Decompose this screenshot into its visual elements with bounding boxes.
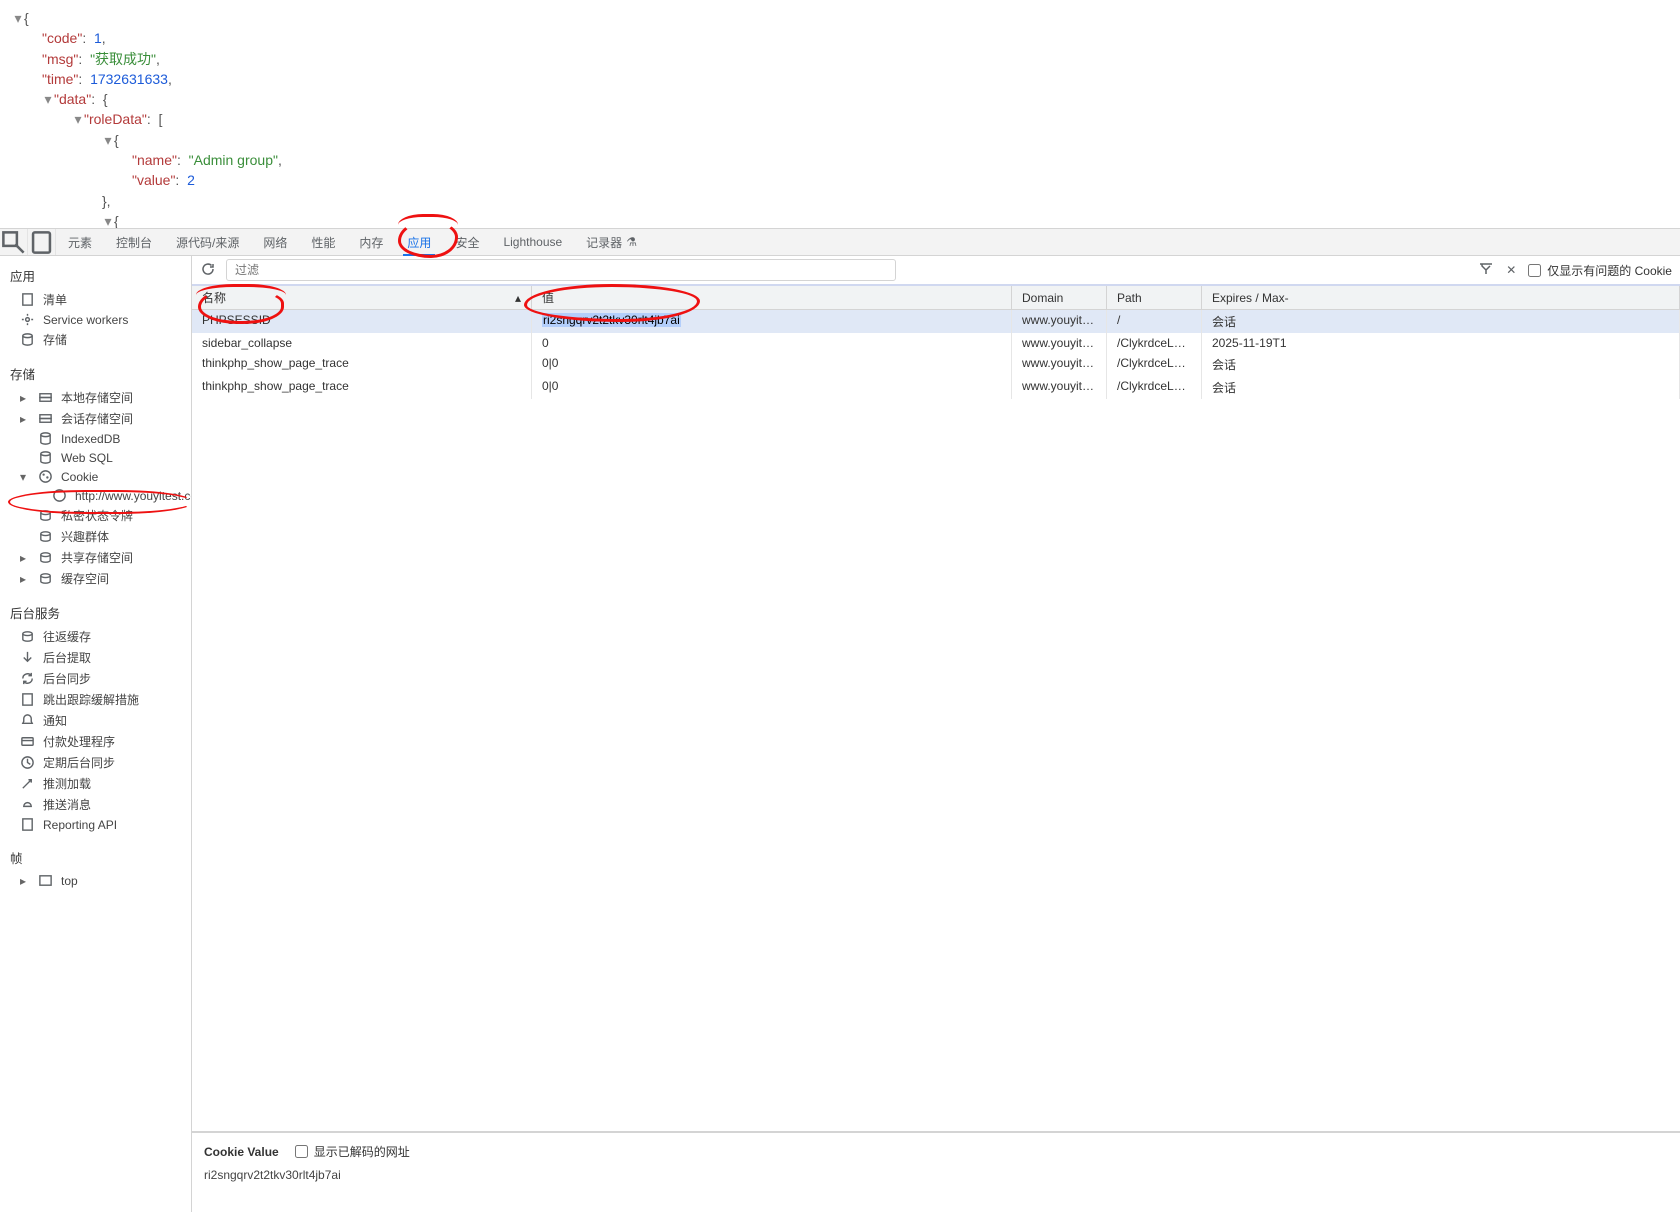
- close-icon[interactable]: ✕: [1506, 263, 1516, 277]
- tab-lighthouse[interactable]: Lighthouse: [491, 229, 574, 255]
- caret-icon[interactable]: ▾: [12, 8, 24, 28]
- tab-security[interactable]: 安全: [443, 229, 491, 255]
- sidebar-item-cookies[interactable]: ▾Cookie: [0, 467, 191, 486]
- col-value[interactable]: 值: [532, 286, 1012, 309]
- show-decoded-checkbox[interactable]: 显示已解码的网址: [295, 1143, 410, 1160]
- cell-domain: www.youyitest....: [1012, 376, 1107, 399]
- detail-label: Cookie Value: [204, 1145, 279, 1159]
- sidebar-item-payment[interactable]: 付款处理程序: [0, 731, 191, 752]
- cell-domain: www.youyitest....: [1012, 310, 1107, 333]
- sidebar-item-bgsync[interactable]: 后台同步: [0, 668, 191, 689]
- cell-domain: www.youyitest....: [1012, 353, 1107, 376]
- table-row[interactable]: thinkphp_show_page_trace0|0www.youyitest…: [192, 353, 1680, 376]
- clear-filter-icon[interactable]: [1478, 261, 1494, 280]
- only-issues-checkbox[interactable]: 仅显示有问题的 Cookie: [1528, 262, 1672, 279]
- cell-path: /: [1107, 310, 1202, 333]
- sidebar-item-cache-storage[interactable]: ▸缓存空间: [0, 568, 191, 589]
- tab-elements[interactable]: 元素: [56, 229, 104, 255]
- col-expires[interactable]: Expires / Max-: [1202, 286, 1680, 309]
- tab-sources[interactable]: 源代码/来源: [164, 229, 251, 255]
- table-row[interactable]: thinkphp_show_page_trace0|0www.youyitest…: [192, 376, 1680, 399]
- cell-name: thinkphp_show_page_trace: [192, 353, 532, 376]
- tab-recorder[interactable]: 记录器 ⚗: [574, 229, 649, 255]
- sidebar-item-periodic-sync[interactable]: 定期后台同步: [0, 752, 191, 773]
- cookie-grid: 名称▴ 值 Domain Path Expires / Max- PHPSESS…: [192, 286, 1680, 1132]
- caret-icon[interactable]: ▾: [102, 211, 114, 228]
- sidebar-section-app: 应用: [0, 262, 191, 289]
- caret-icon[interactable]: ▾: [42, 89, 54, 109]
- table-row[interactable]: sidebar_collapse0www.youyitest..../Clykr…: [192, 333, 1680, 353]
- tab-application[interactable]: 应用: [395, 229, 443, 255]
- cell-path: /ClykrdceLR.ph...: [1107, 376, 1202, 399]
- sidebar-item-websql[interactable]: Web SQL: [0, 448, 191, 467]
- caret-icon[interactable]: ▾: [72, 109, 84, 129]
- cell-expires: 会话: [1202, 353, 1680, 376]
- sidebar-item-storage[interactable]: 存储: [0, 329, 191, 350]
- filter-input[interactable]: [226, 259, 896, 281]
- cookie-toolbar: ✕ 仅显示有问题的 Cookie: [192, 256, 1680, 286]
- table-row[interactable]: PHPSESSIDri2sngqrv2t2tkv30rlt4jb7aiwww.y…: [192, 310, 1680, 333]
- sort-asc-icon: ▴: [515, 291, 521, 305]
- sidebar-item-top-frame[interactable]: ▸top: [0, 871, 191, 890]
- cell-name: PHPSESSID: [192, 310, 532, 333]
- sidebar-item-session-storage[interactable]: ▸会话存储空间: [0, 408, 191, 429]
- sidebar-item-manifest[interactable]: 清单: [0, 289, 191, 310]
- reload-icon[interactable]: [200, 261, 216, 280]
- col-path[interactable]: Path: [1107, 286, 1202, 309]
- cell-expires: 会话: [1202, 376, 1680, 399]
- cell-value: 0|0: [532, 353, 1012, 376]
- grid-header: 名称▴ 值 Domain Path Expires / Max-: [192, 286, 1680, 310]
- devtools-tabbar: 元素 控制台 源代码/来源 网络 性能 内存 应用 安全 Lighthouse …: [0, 228, 1680, 256]
- tab-memory[interactable]: 内存: [347, 229, 395, 255]
- cell-value: 0|0: [532, 376, 1012, 399]
- cell-name: thinkphp_show_page_trace: [192, 376, 532, 399]
- sidebar-item-service-workers[interactable]: Service workers: [0, 310, 191, 329]
- cell-path: /ClykrdceLR.php: [1107, 333, 1202, 353]
- tab-network[interactable]: 网络: [251, 229, 299, 255]
- inspect-icon[interactable]: [0, 229, 28, 255]
- sidebar-section-storage: 存储: [0, 360, 191, 387]
- sidebar-item-private-state[interactable]: 私密状态令牌: [0, 505, 191, 526]
- tab-performance[interactable]: 性能: [299, 229, 347, 255]
- cell-name: sidebar_collapse: [192, 333, 532, 353]
- sidebar-item-cookie-origin[interactable]: http://www.youyitest.com: [0, 486, 191, 505]
- cell-value: 0: [532, 333, 1012, 353]
- sidebar-item-bounce[interactable]: 跳出跟踪缓解措施: [0, 689, 191, 710]
- detail-value[interactable]: ri2sngqrv2t2tkv30rlt4jb7ai: [204, 1168, 1668, 1182]
- sidebar-item-reporting-api[interactable]: Reporting API: [0, 815, 191, 834]
- sidebar-item-push[interactable]: 推送消息: [0, 794, 191, 815]
- json-response-preview: ▾{ "code": 1, "msg": "获取成功", "time": 173…: [0, 0, 1680, 228]
- sidebar-item-notifications[interactable]: 通知: [0, 710, 191, 731]
- sidebar-item-interest-groups[interactable]: 兴趣群体: [0, 526, 191, 547]
- caret-icon[interactable]: ▾: [102, 130, 114, 150]
- sidebar-item-indexeddb[interactable]: IndexedDB: [0, 429, 191, 448]
- sidebar-item-speculative[interactable]: 推测加载: [0, 773, 191, 794]
- sidebar-item-bfcache[interactable]: 往返缓存: [0, 626, 191, 647]
- cell-path: /ClykrdceLR.ph...: [1107, 353, 1202, 376]
- sidebar-section-frames: 帧: [0, 844, 191, 871]
- flask-icon: ⚗: [626, 235, 637, 249]
- sidebar-item-bgfetch[interactable]: 后台提取: [0, 647, 191, 668]
- cell-expires: 2025-11-19T1: [1202, 333, 1680, 353]
- sidebar-item-shared-storage[interactable]: ▸共享存储空间: [0, 547, 191, 568]
- col-domain[interactable]: Domain: [1012, 286, 1107, 309]
- application-sidebar: 应用 清单 Service workers 存储 存储 ▸本地存储空间 ▸会话存…: [0, 256, 192, 1212]
- cell-expires: 会话: [1202, 310, 1680, 333]
- cookie-detail-pane: Cookie Value 显示已解码的网址 ri2sngqrv2t2tkv30r…: [192, 1132, 1680, 1212]
- col-name[interactable]: 名称▴: [192, 286, 532, 309]
- tab-console[interactable]: 控制台: [104, 229, 164, 255]
- cell-domain: www.youyitest....: [1012, 333, 1107, 353]
- sidebar-section-background: 后台服务: [0, 599, 191, 626]
- device-icon[interactable]: [28, 229, 56, 255]
- cell-value: ri2sngqrv2t2tkv30rlt4jb7ai: [532, 310, 1012, 333]
- sidebar-item-local-storage[interactable]: ▸本地存储空间: [0, 387, 191, 408]
